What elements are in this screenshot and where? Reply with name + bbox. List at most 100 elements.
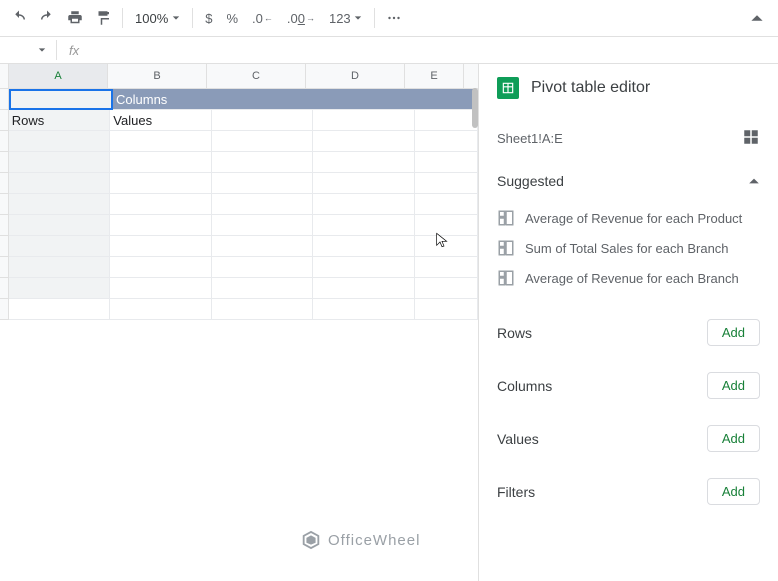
- collapse-toolbar-button[interactable]: [742, 3, 772, 33]
- filters-label: Filters: [497, 484, 535, 500]
- cell[interactable]: [313, 173, 415, 194]
- cell[interactable]: [110, 236, 212, 257]
- cell[interactable]: [110, 278, 212, 299]
- row-header[interactable]: [0, 215, 9, 236]
- pivot-values-label[interactable]: Values: [110, 110, 212, 131]
- cell[interactable]: [212, 131, 314, 152]
- suggestion-item[interactable]: Sum of Total Sales for each Branch: [497, 233, 760, 263]
- cell[interactable]: [110, 173, 212, 194]
- add-rows-button[interactable]: Add: [707, 319, 760, 346]
- more-toolbar-button[interactable]: [381, 5, 407, 31]
- redo-button[interactable]: [34, 5, 60, 31]
- cell[interactable]: [415, 236, 478, 257]
- cell[interactable]: [313, 257, 415, 278]
- cell[interactable]: [313, 110, 415, 131]
- suggestion-item[interactable]: Average of Revenue for each Branch: [497, 263, 760, 293]
- suggested-toggle[interactable]: Suggested: [497, 173, 760, 189]
- cell[interactable]: [313, 152, 415, 173]
- cell[interactable]: [313, 236, 415, 257]
- percent-button[interactable]: %: [220, 5, 244, 31]
- column-header-e[interactable]: E: [405, 64, 464, 88]
- rows-field: Rows Add: [497, 319, 760, 346]
- cell[interactable]: [415, 257, 478, 278]
- cell[interactable]: [313, 131, 415, 152]
- row-header[interactable]: [0, 131, 9, 152]
- cell[interactable]: [313, 194, 415, 215]
- row-header[interactable]: [0, 110, 9, 131]
- cell[interactable]: [9, 215, 111, 236]
- separator: [374, 8, 375, 28]
- cell[interactable]: [415, 215, 478, 236]
- cell[interactable]: [212, 299, 314, 320]
- currency-button[interactable]: $: [199, 5, 218, 31]
- cell[interactable]: [415, 173, 478, 194]
- row-header[interactable]: [0, 89, 9, 110]
- row-header[interactable]: [0, 236, 9, 257]
- paint-format-button[interactable]: [90, 5, 116, 31]
- cell[interactable]: [110, 194, 212, 215]
- cell[interactable]: [9, 131, 111, 152]
- cell[interactable]: [110, 131, 212, 152]
- row-header[interactable]: [0, 278, 9, 299]
- cell[interactable]: [9, 152, 111, 173]
- cell[interactable]: [110, 152, 212, 173]
- cell[interactable]: [415, 194, 478, 215]
- spreadsheet-area[interactable]: A B C D E Columns Rows Values: [0, 64, 478, 581]
- cell[interactable]: [9, 299, 111, 320]
- cell[interactable]: [9, 278, 111, 299]
- row-header[interactable]: [0, 299, 9, 320]
- cell[interactable]: [212, 215, 314, 236]
- row-header[interactable]: [0, 194, 9, 215]
- increase-decimal-button[interactable]: .00→: [281, 5, 321, 31]
- cell[interactable]: [415, 152, 478, 173]
- cell[interactable]: [313, 299, 415, 320]
- cell[interactable]: [9, 173, 111, 194]
- add-values-button[interactable]: Add: [707, 425, 760, 452]
- cell[interactable]: [212, 152, 314, 173]
- zoom-value: 100%: [135, 11, 168, 26]
- cell[interactable]: [212, 194, 314, 215]
- formula-input[interactable]: [87, 37, 772, 63]
- zoom-dropdown[interactable]: 100%: [129, 11, 186, 26]
- cell[interactable]: [313, 278, 415, 299]
- cell[interactable]: [212, 257, 314, 278]
- pivot-rows-label[interactable]: Rows: [9, 110, 111, 131]
- cell[interactable]: [110, 257, 212, 278]
- cell-a1-active[interactable]: [9, 89, 113, 110]
- columns-label: Columns: [497, 378, 552, 394]
- print-button[interactable]: [62, 5, 88, 31]
- cell[interactable]: [313, 215, 415, 236]
- name-box-dropdown[interactable]: [6, 46, 52, 54]
- cell[interactable]: [110, 299, 212, 320]
- data-range-row: Sheet1!A:E: [497, 128, 760, 149]
- add-columns-button[interactable]: Add: [707, 372, 760, 399]
- column-header-b[interactable]: B: [108, 64, 207, 88]
- vertical-scrollbar[interactable]: [472, 88, 478, 128]
- add-filters-button[interactable]: Add: [707, 478, 760, 505]
- column-header-d[interactable]: D: [306, 64, 405, 88]
- cell[interactable]: [110, 215, 212, 236]
- column-header-c[interactable]: C: [207, 64, 306, 88]
- row-header[interactable]: [0, 257, 9, 278]
- cell[interactable]: [9, 194, 111, 215]
- pivot-columns-header[interactable]: Columns: [113, 89, 478, 110]
- suggestion-item[interactable]: Average of Revenue for each Product: [497, 203, 760, 233]
- cell[interactable]: [415, 110, 478, 131]
- more-formats-dropdown[interactable]: 123: [323, 5, 368, 31]
- cell[interactable]: [212, 236, 314, 257]
- row-header[interactable]: [0, 173, 9, 194]
- row-header[interactable]: [0, 152, 9, 173]
- cell[interactable]: [212, 278, 314, 299]
- cell[interactable]: [212, 173, 314, 194]
- cell[interactable]: [415, 278, 478, 299]
- decrease-decimal-button[interactable]: .0←: [246, 5, 279, 31]
- cell[interactable]: [415, 299, 478, 320]
- column-header-a[interactable]: A: [9, 64, 108, 88]
- cell[interactable]: [415, 131, 478, 152]
- undo-button[interactable]: [6, 5, 32, 31]
- select-all-corner[interactable]: [0, 64, 9, 88]
- cell[interactable]: [212, 110, 314, 131]
- cell[interactable]: [9, 236, 111, 257]
- cell[interactable]: [9, 257, 111, 278]
- select-range-button[interactable]: [742, 128, 760, 149]
